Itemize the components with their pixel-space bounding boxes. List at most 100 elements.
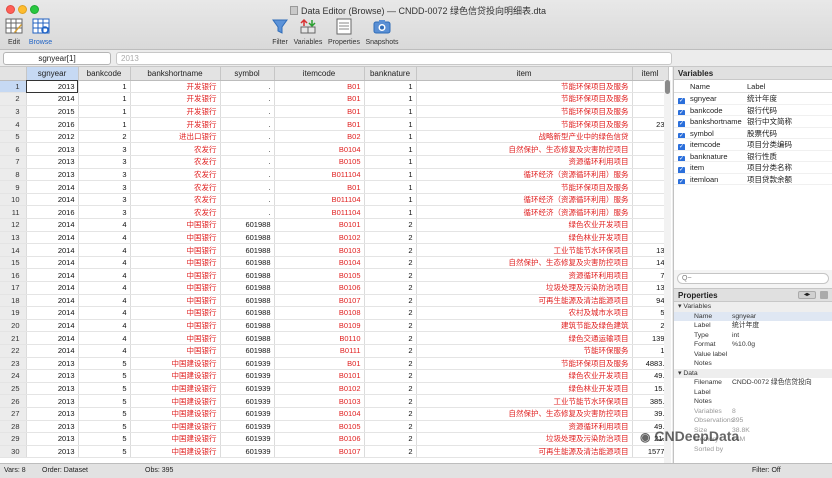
cell-bankcode[interactable]: 5 (78, 357, 131, 371)
row-number[interactable]: 12 (0, 218, 27, 232)
variable-item-item[interactable]: ✓ item 项目分类名称 (674, 162, 832, 174)
cell-sgnyear[interactable]: 2014 (26, 306, 79, 320)
cell-banknature[interactable]: 2 (364, 218, 417, 232)
cell-itemcode[interactable]: B0101 (274, 369, 365, 383)
property-row-label[interactable]: Label 统计年度 (674, 321, 832, 331)
cell-symbol[interactable]: . (220, 155, 275, 169)
cell-iteml[interactable]: 15. (632, 382, 669, 396)
cell-banknature[interactable]: 1 (364, 142, 417, 157)
cell-sgnyear[interactable]: 2013 (26, 445, 79, 459)
cell-itemcode[interactable]: B0111 (274, 344, 365, 358)
cell-banknature[interactable]: 2 (364, 420, 417, 434)
cell-bankcode[interactable]: 5 (78, 394, 131, 408)
cell-symbol[interactable]: 601988 (220, 243, 275, 257)
cell-bankcode[interactable]: 5 (78, 445, 131, 459)
cell-item[interactable]: 循环经济（资源循环利用）服务 (416, 193, 633, 207)
cell-sgnyear[interactable]: 2013 (26, 168, 79, 182)
cell-sgnyear[interactable]: 2014 (26, 193, 79, 207)
cell-bankshortname[interactable]: 中国建设银行 (130, 382, 221, 396)
cell-iteml[interactable] (632, 193, 669, 207)
cell-symbol[interactable]: 601988 (220, 218, 275, 232)
cell-symbol[interactable]: 601988 (220, 256, 275, 270)
property-row-observations[interactable]: Observations395 (674, 416, 832, 426)
cell-itemcode[interactable]: B0104 (274, 407, 365, 421)
cell-bankcode[interactable]: 5 (78, 407, 131, 421)
toolbar-properties-button[interactable]: Properties (326, 18, 362, 46)
cell-bankshortname[interactable]: 开发银行 (130, 92, 221, 106)
row-number[interactable]: 24 (0, 369, 27, 383)
cell-iteml[interactable] (632, 168, 669, 182)
row-number[interactable]: 5 (0, 130, 27, 144)
cell-item[interactable]: 循环经济（资源循环利用）服务 (416, 205, 633, 220)
variable-item-itemcode[interactable]: ✓ itemcode 项目分类编码 (674, 139, 832, 151)
cell-sgnyear[interactable]: 2014 (26, 344, 79, 358)
cell-banknature[interactable]: 2 (364, 407, 417, 421)
cell-symbol[interactable]: . (220, 205, 275, 220)
row-number[interactable]: 13 (0, 231, 27, 245)
cell-item[interactable]: 绿色林业开发项目 (416, 231, 633, 245)
cell-sgnyear[interactable]: 2013 (26, 369, 79, 383)
property-row-format[interactable]: Format %10.0g (674, 340, 832, 350)
cell-symbol[interactable]: . (220, 168, 275, 182)
cell-banknature[interactable]: 2 (364, 382, 417, 396)
cell-banknature[interactable]: 1 (364, 155, 417, 169)
cell-iteml[interactable]: 5 (632, 306, 669, 320)
property-row-label[interactable]: Label (674, 388, 832, 398)
toolbar-browse-button[interactable]: Browse (27, 18, 54, 46)
cell-itemcode[interactable]: B011104 (274, 168, 365, 182)
column-header-sgnyear[interactable]: sgnyear (26, 67, 79, 81)
cell-banknature[interactable]: 2 (364, 432, 417, 446)
cell-banknature[interactable]: 1 (364, 168, 417, 182)
cell-symbol[interactable]: . (220, 130, 275, 144)
variable-checkbox[interactable]: ✓ (678, 178, 685, 185)
cell-bankcode[interactable]: 5 (78, 432, 131, 446)
properties-nav-arrows[interactable]: ◂▸ (798, 291, 816, 299)
cell-banknature[interactable]: 1 (364, 92, 417, 106)
cell-symbol[interactable]: 601988 (220, 306, 275, 320)
cell-item[interactable]: 建筑节能及绿色建筑 (416, 319, 633, 333)
cell-iteml[interactable]: 14 (632, 256, 669, 270)
column-header-bankcode[interactable]: bankcode (78, 67, 131, 81)
cell-bankshortname[interactable]: 中国银行 (130, 294, 221, 308)
cell-banknature[interactable]: 1 (364, 80, 417, 94)
cell-sgnyear[interactable]: 2014 (26, 319, 79, 333)
cell-iteml[interactable]: 13 (632, 281, 669, 295)
cell-sgnyear[interactable]: 2014 (26, 331, 79, 345)
cell-item[interactable]: 节能环保服务 (416, 344, 633, 358)
cell-iteml[interactable] (632, 130, 669, 144)
cell-banknature[interactable]: 2 (364, 344, 417, 358)
cell-itemcode[interactable]: B0104 (274, 256, 365, 270)
cell-iteml[interactable]: 4883. (632, 357, 669, 371)
cell-item[interactable]: 工业节能节水环保项目 (416, 394, 633, 408)
cell-sgnyear[interactable]: 2012 (26, 130, 79, 144)
cell-symbol[interactable]: . (220, 193, 275, 207)
property-row-notes[interactable]: Notes (674, 359, 832, 369)
cell-bankshortname[interactable]: 农发行 (130, 193, 221, 207)
cell-bankcode[interactable]: 4 (78, 281, 131, 295)
cell-itemcode[interactable]: B0103 (274, 243, 365, 257)
cell-itemcode[interactable]: B0109 (274, 319, 365, 333)
cell-iteml[interactable]: 39. (632, 407, 669, 421)
cell-bankcode[interactable]: 3 (78, 193, 131, 207)
cell-sgnyear[interactable]: 2013 (26, 142, 79, 157)
property-row-name[interactable]: Name sgnyear (674, 311, 832, 321)
column-header-iteml[interactable]: iteml (632, 67, 669, 81)
cell-bankcode[interactable]: 4 (78, 344, 131, 358)
cell-sgnyear[interactable]: 2014 (26, 92, 79, 106)
cell-bankcode[interactable]: 1 (78, 80, 131, 94)
row-number[interactable]: 7 (0, 155, 27, 169)
cell-iteml[interactable] (632, 180, 669, 194)
cell-symbol[interactable]: . (220, 180, 275, 194)
column-header-bankshortname[interactable]: bankshortname (130, 67, 221, 81)
cell-iteml[interactable]: 2 (632, 319, 669, 333)
row-number[interactable]: 6 (0, 142, 27, 157)
property-row-type[interactable]: Type int (674, 331, 832, 341)
property-row-variables[interactable]: Variables 8 (674, 407, 832, 417)
row-number[interactable]: 22 (0, 344, 27, 358)
cell-item[interactable]: 战略新型产业中的绿色信贷 (416, 130, 633, 144)
cell-bankcode[interactable]: 4 (78, 319, 131, 333)
cell-item[interactable]: 垃圾处理及污染防治项目 (416, 432, 633, 446)
properties-variables-section[interactable]: ▾ Variables (674, 302, 832, 312)
cell-bankcode[interactable]: 1 (78, 105, 131, 119)
cell-item[interactable]: 节能环保项目及服务 (416, 180, 633, 194)
